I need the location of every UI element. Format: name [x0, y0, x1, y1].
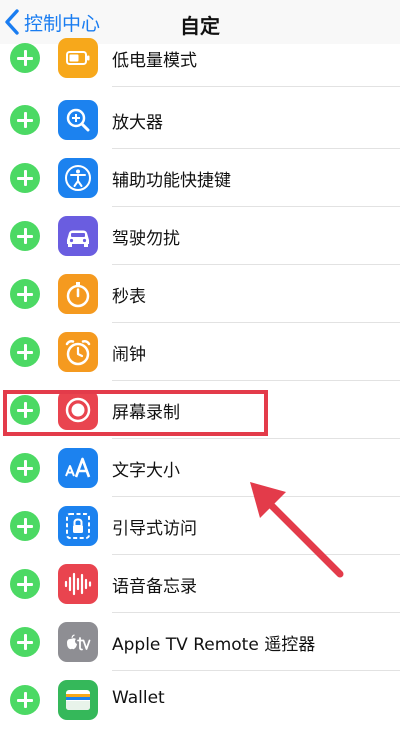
item-label: 辅助功能快捷键	[112, 171, 231, 191]
add-button[interactable]	[10, 43, 40, 73]
stopwatch-icon	[58, 274, 98, 314]
pointer-arrow-icon	[250, 482, 344, 578]
add-button[interactable]	[10, 279, 40, 309]
list-item-apple-tv-remote[interactable]: Apple TV Remote 遥控器	[0, 613, 400, 671]
item-label: 文字大小	[112, 461, 180, 481]
add-button[interactable]	[10, 221, 40, 251]
list-item-alarm[interactable]: 闹钟	[0, 323, 400, 381]
add-button[interactable]	[10, 685, 40, 715]
item-label: 语音备忘录	[112, 577, 197, 597]
car-icon	[58, 216, 98, 256]
list-item-magnifier[interactable]: 放大器	[0, 91, 400, 149]
item-label: Wallet	[112, 688, 165, 708]
list-item-accessibility-shortcut[interactable]: 辅助功能快捷键	[0, 149, 400, 207]
separator	[112, 86, 400, 87]
add-button[interactable]	[10, 569, 40, 599]
list-item-low-power-mode[interactable]: 低电量模式	[0, 29, 400, 87]
item-label: Apple TV Remote 遥控器	[112, 635, 316, 655]
item-label: 放大器	[112, 113, 163, 133]
add-button[interactable]	[10, 337, 40, 367]
magnifier-icon	[58, 100, 98, 140]
highlight-box	[3, 390, 268, 436]
item-label: 驾驶勿扰	[112, 229, 180, 249]
list-item-wallet[interactable]: Wallet	[0, 671, 400, 729]
voice-memo-icon	[58, 564, 98, 604]
apple-tv-icon	[58, 622, 98, 662]
add-button[interactable]	[10, 105, 40, 135]
item-label: 秒表	[112, 287, 146, 307]
list-item-stopwatch[interactable]: 秒表	[0, 265, 400, 323]
add-button[interactable]	[10, 627, 40, 657]
battery-icon	[58, 38, 98, 78]
list-item-do-not-disturb-driving[interactable]: 驾驶勿扰	[0, 207, 400, 265]
guided-access-icon	[58, 506, 98, 546]
add-button[interactable]	[10, 163, 40, 193]
text-size-icon	[58, 448, 98, 488]
item-label: 低电量模式	[112, 51, 197, 71]
add-button[interactable]	[10, 453, 40, 483]
alarm-clock-icon	[58, 332, 98, 372]
item-label: 闹钟	[112, 345, 146, 365]
accessibility-icon	[58, 158, 98, 198]
add-button[interactable]	[10, 511, 40, 541]
wallet-icon	[58, 680, 98, 720]
item-label: 引导式访问	[112, 519, 197, 539]
